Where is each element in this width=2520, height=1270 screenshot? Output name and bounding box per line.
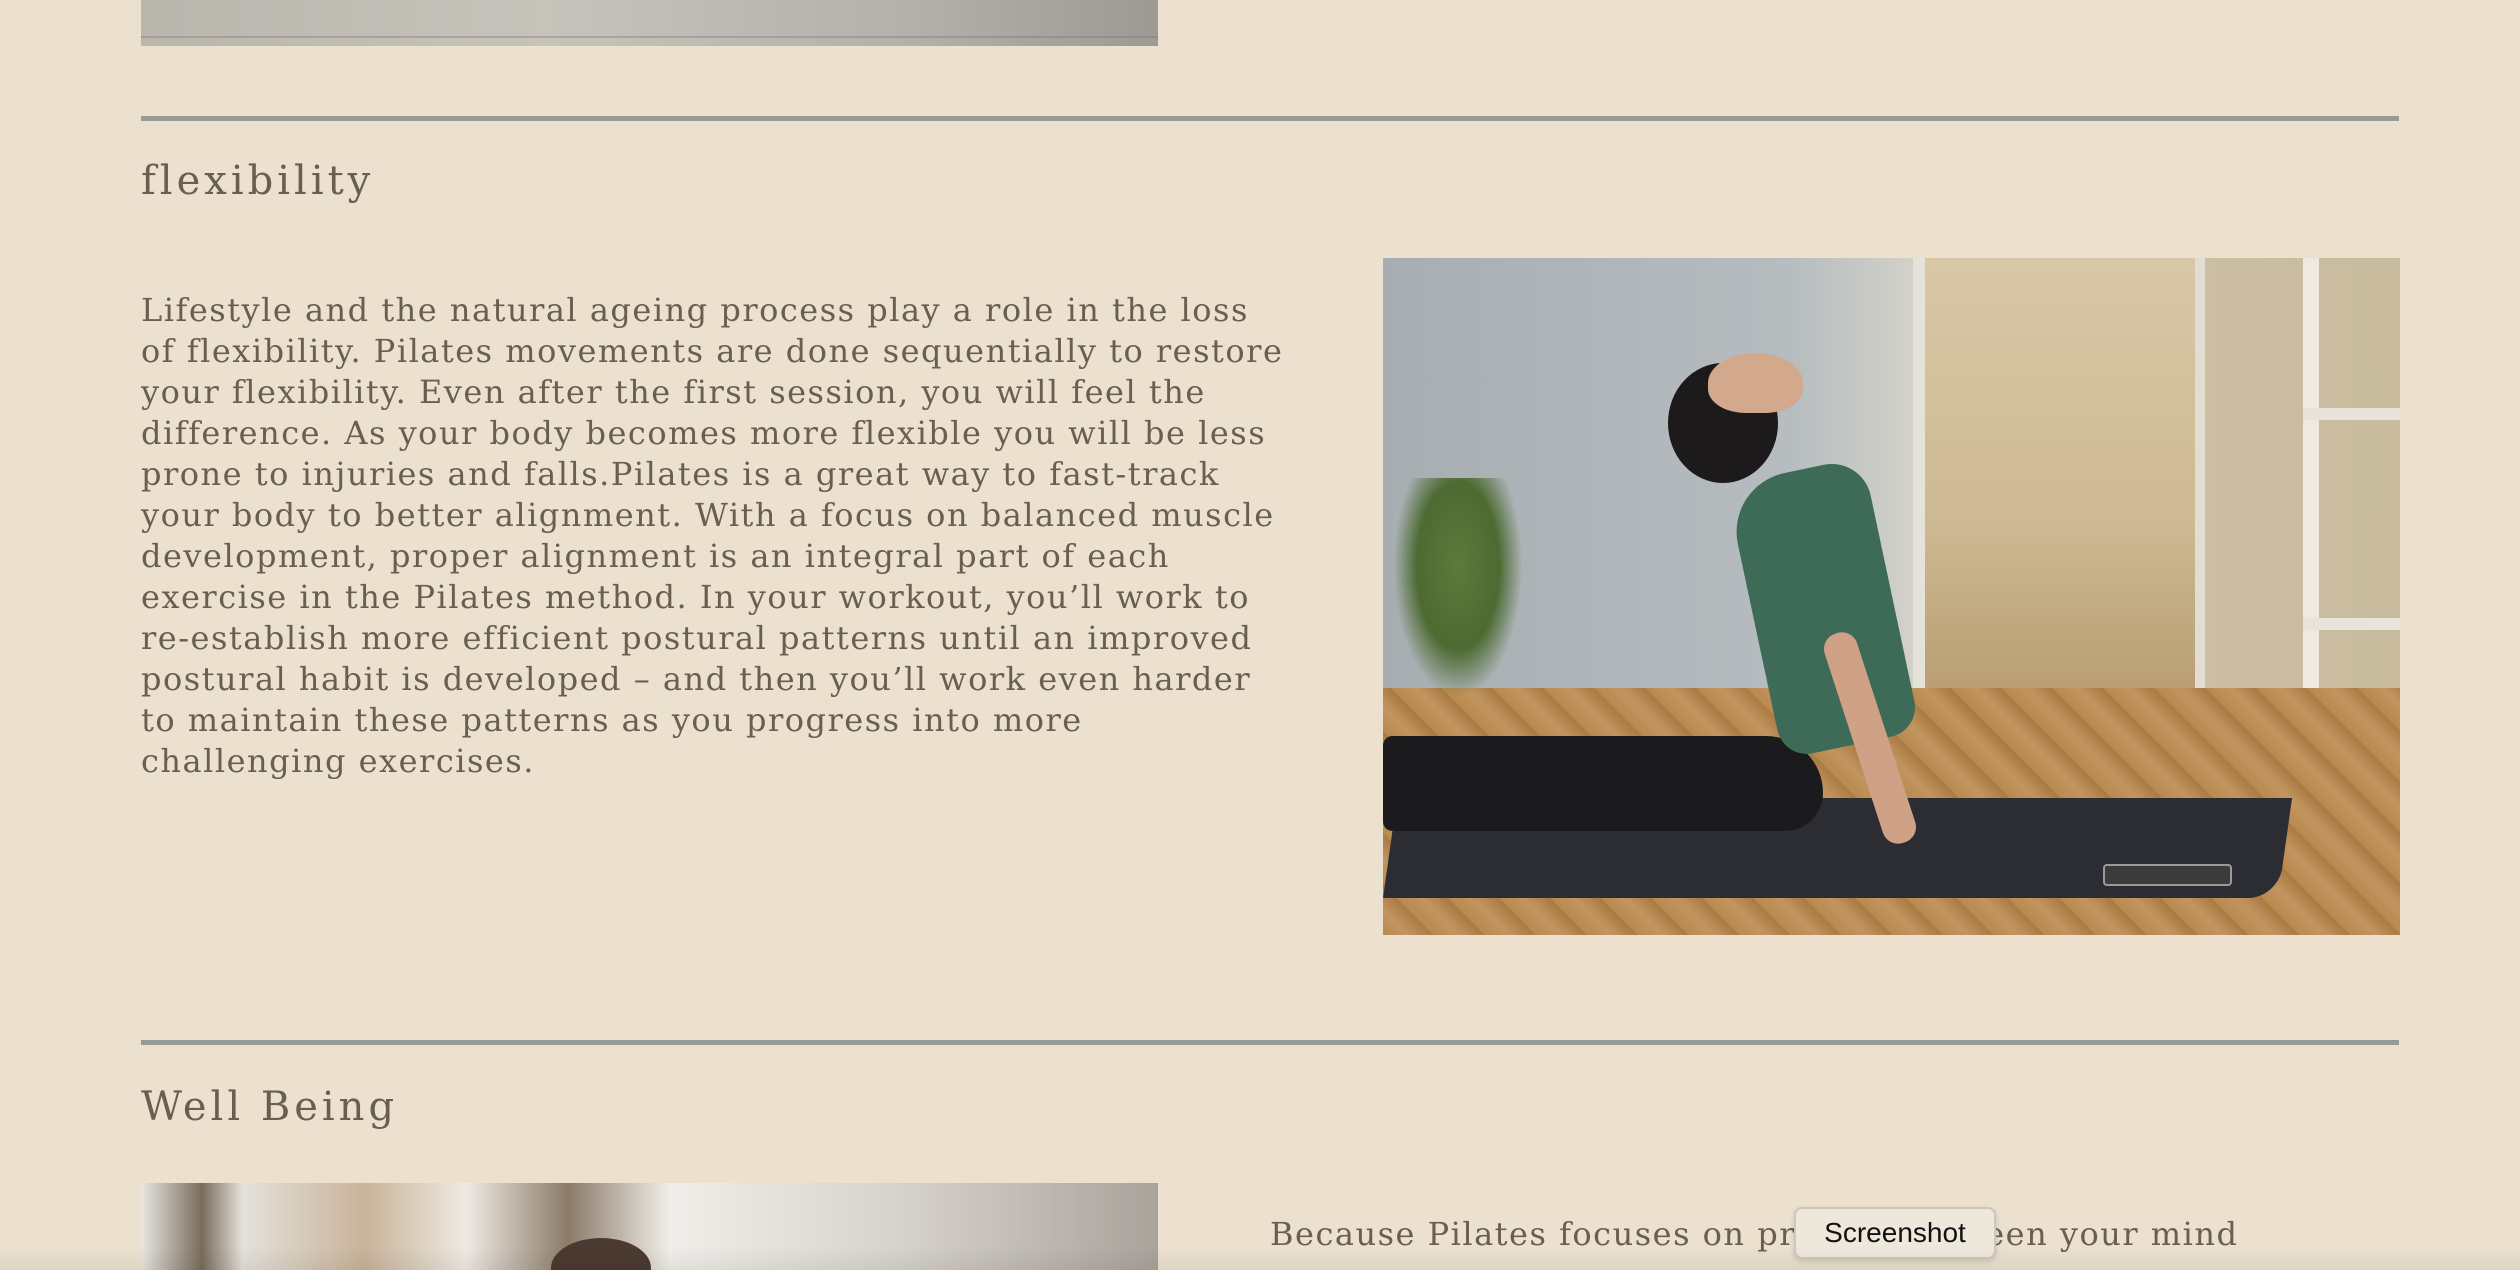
section-divider xyxy=(141,1040,2399,1045)
well-being-image xyxy=(141,1183,1158,1270)
section-image-top xyxy=(141,0,1158,46)
section-title-flexibility: flexibility xyxy=(141,158,375,204)
flexibility-body-text: Lifestyle and the natural ageing process… xyxy=(141,291,1284,780)
section-title-well-being: Well Being xyxy=(141,1084,399,1130)
section-divider xyxy=(141,116,2399,121)
image-detail xyxy=(141,36,1158,38)
flexibility-image xyxy=(1383,258,2400,935)
screenshot-tooltip[interactable]: Screenshot xyxy=(1794,1207,1996,1259)
